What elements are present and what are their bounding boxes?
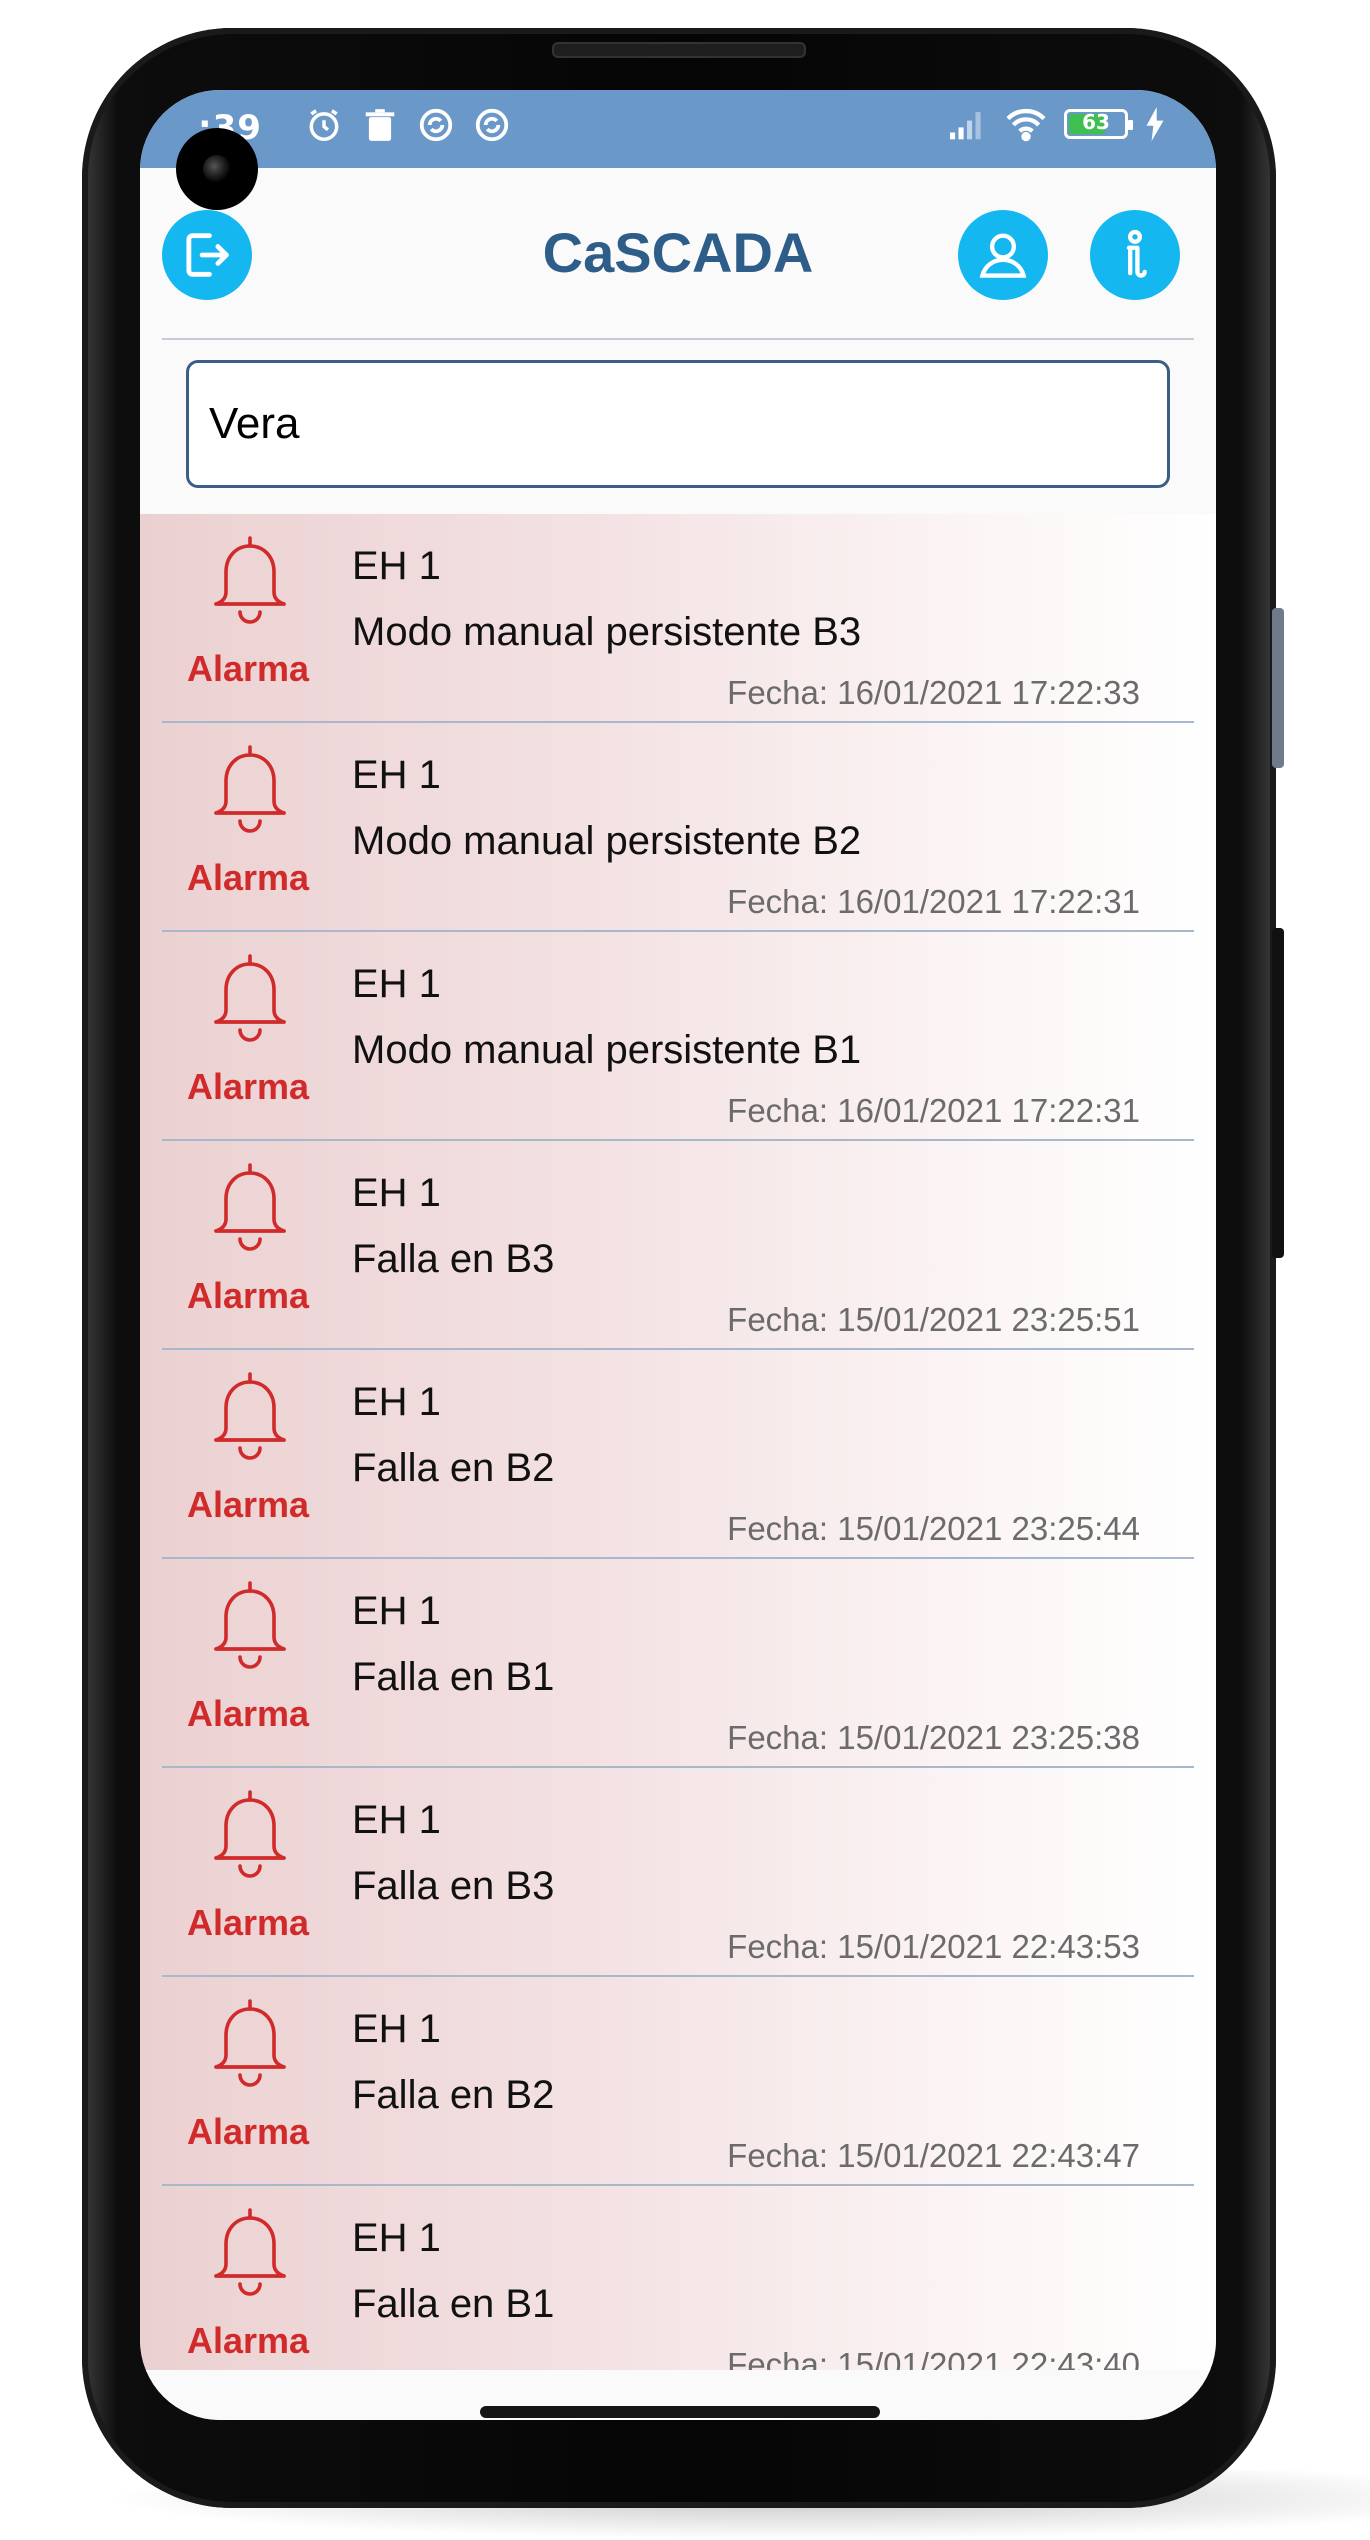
event-list-item[interactable]: Alarma EH 1 Falla en B3 Fecha: 15/01/202…	[162, 1141, 1194, 1350]
charging-icon	[1146, 107, 1164, 141]
event-station: EH 1	[352, 1171, 441, 1215]
status-bar: :39 63	[140, 90, 1216, 168]
event-station: EH 1	[352, 753, 441, 797]
event-type-label: Alarma	[186, 1693, 310, 1734]
event-type-label: Alarma	[186, 1066, 310, 1107]
event-message: Falla en B3	[352, 1864, 555, 1908]
bell-icon	[214, 954, 286, 1042]
bell-icon	[214, 1163, 286, 1251]
bell-icon	[214, 1581, 286, 1669]
wifi-icon	[1006, 108, 1046, 142]
battery-level: 63	[1082, 110, 1110, 134]
event-station: EH 1	[352, 1380, 441, 1424]
event-message: Falla en B1	[352, 2282, 555, 2326]
event-list-item[interactable]: Alarma EH 1 Modo manual persistente B1 F…	[162, 932, 1194, 1141]
event-date: Fecha: 16/01/2021 17:22:33	[727, 674, 1140, 711]
event-date: Fecha: 15/01/2021 22:43:40	[727, 2346, 1140, 2370]
event-station: EH 1	[352, 2216, 441, 2260]
event-station: EH 1	[352, 1798, 441, 1842]
event-station: EH 1	[352, 2007, 441, 2051]
notification-icons	[305, 106, 511, 144]
event-type-label: Alarma	[186, 857, 310, 898]
event-type-label: Alarma	[186, 1902, 310, 1943]
signal-icon	[950, 112, 981, 140]
bell-icon	[214, 745, 286, 833]
home-indicator[interactable]	[480, 2406, 880, 2418]
event-date: Fecha: 16/01/2021 17:22:31	[727, 883, 1140, 920]
event-message: Falla en B3	[352, 1237, 555, 1281]
bell-icon	[214, 536, 286, 624]
event-message: Modo manual persistente B2	[352, 819, 862, 863]
event-list-item[interactable]: Alarma EH 1 Modo manual persistente B2 F…	[162, 723, 1194, 932]
event-list-item[interactable]: Alarma EH 1 Falla en B3 Fecha: 15/01/202…	[162, 1768, 1194, 1977]
event-message: Modo manual persistente B1	[352, 1028, 862, 1072]
bell-icon	[214, 1372, 286, 1460]
events-list[interactable]: Alarma EH 1 Modo manual persistente B3 F…	[140, 514, 1216, 2370]
event-list-item[interactable]: Alarma EH 1 Falla en B1 Fecha: 15/01/202…	[162, 2186, 1194, 2370]
system-icons: 63	[946, 106, 1166, 142]
event-date: Fecha: 16/01/2021 17:22:31	[727, 1092, 1140, 1129]
event-station: EH 1	[352, 962, 441, 1006]
header-divider	[162, 338, 1194, 340]
event-date: Fecha: 15/01/2021 23:25:38	[727, 1719, 1140, 1756]
event-type-label: Alarma	[186, 648, 310, 689]
event-date: Fecha: 15/01/2021 23:25:51	[727, 1301, 1140, 1338]
event-date: Fecha: 15/01/2021 23:25:44	[727, 1510, 1140, 1547]
bell-icon	[214, 1999, 286, 2087]
event-message: Falla en B2	[352, 1446, 555, 1490]
user-profile-button[interactable]	[958, 210, 1048, 300]
event-station: EH 1	[352, 1589, 441, 1633]
app-title: CaSCADA	[542, 221, 814, 284]
event-type-label: Alarma	[186, 1484, 310, 1525]
battery-tip	[1128, 120, 1133, 130]
event-list-item[interactable]: Alarma EH 1 Falla en B2 Fecha: 15/01/202…	[162, 1977, 1194, 2186]
event-type-label: Alarma	[186, 1275, 310, 1316]
sync-icon	[475, 108, 509, 142]
earpiece	[552, 42, 806, 58]
user-icon	[979, 233, 1027, 278]
event-date: Fecha: 15/01/2021 22:43:47	[727, 2137, 1140, 2174]
event-station: EH 1	[352, 544, 441, 588]
phone-screen: :39 63 CaSCADA Vera Alarma EH 1 Modo man…	[140, 90, 1216, 2420]
event-type-label: Alarma	[186, 2320, 310, 2361]
event-date: Fecha: 15/01/2021 22:43:53	[727, 1928, 1140, 1965]
alarm-clock-icon	[309, 109, 339, 141]
bell-icon	[214, 2208, 286, 2296]
event-list-item[interactable]: Alarma EH 1 Falla en B2 Fecha: 15/01/202…	[162, 1350, 1194, 1559]
volume-button	[1272, 608, 1284, 768]
bell-icon	[214, 1790, 286, 1878]
front-camera	[176, 128, 258, 210]
power-button	[1272, 928, 1284, 1258]
event-message: Modo manual persistente B3	[352, 610, 862, 654]
sync-icon	[419, 108, 453, 142]
trash-icon	[365, 109, 395, 141]
event-list-item[interactable]: Alarma EH 1 Falla en B1 Fecha: 15/01/202…	[162, 1559, 1194, 1768]
app-header: CaSCADA	[140, 168, 1216, 340]
info-button[interactable]	[1090, 210, 1180, 300]
search-input[interactable]	[186, 360, 1170, 488]
event-type-label: Alarma	[186, 2111, 310, 2152]
event-message: Falla en B2	[352, 2073, 555, 2117]
info-icon	[1126, 229, 1147, 278]
battery-icon: 63	[1064, 109, 1133, 139]
event-message: Falla en B1	[352, 1655, 555, 1699]
event-list-item[interactable]: Alarma EH 1 Modo manual persistente B3 F…	[162, 514, 1194, 723]
